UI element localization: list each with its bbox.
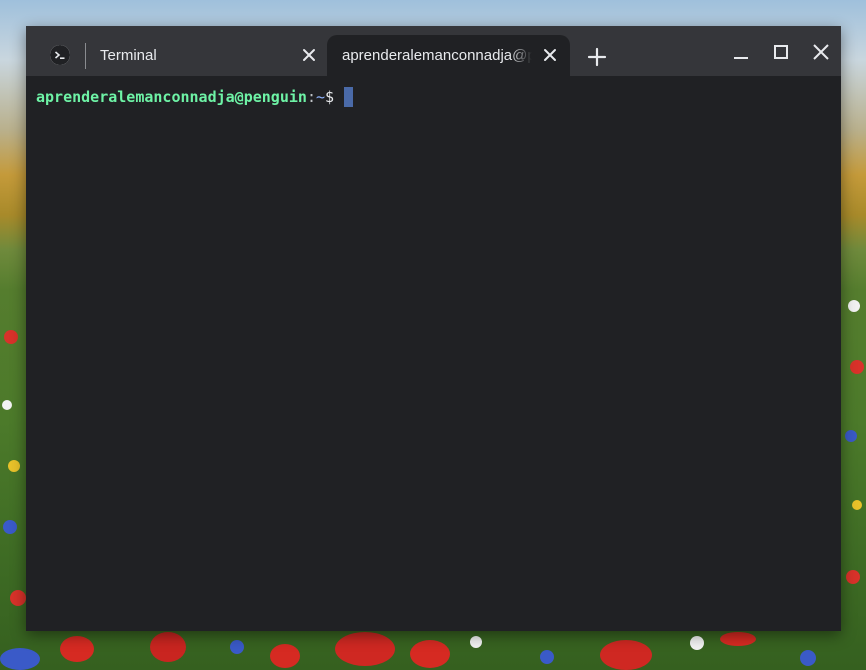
- tab-divider: [85, 43, 86, 69]
- title-bar: Terminal aprenderalemanconnadja@penguin:…: [26, 26, 841, 76]
- maximize-button[interactable]: [770, 41, 792, 63]
- wallpaper-flower: [845, 430, 857, 442]
- wallpaper-flower: [540, 650, 554, 664]
- wallpaper-flower: [410, 640, 450, 668]
- tab-title: Terminal: [100, 47, 157, 64]
- wallpaper-flower: [852, 500, 862, 510]
- terminal-icon: [50, 45, 70, 65]
- wallpaper-flower: [720, 632, 756, 646]
- wallpaper-flower: [10, 590, 26, 606]
- wallpaper-flower: [690, 636, 704, 650]
- wallpaper-flower: [846, 570, 860, 584]
- prompt-separator: :: [306, 88, 316, 106]
- wallpaper-flower: [335, 632, 395, 666]
- wallpaper-flower: [8, 460, 20, 472]
- tab-terminal[interactable]: Terminal: [26, 35, 326, 76]
- wallpaper-flower: [800, 650, 816, 666]
- wallpaper-flower: [848, 300, 860, 312]
- prompt-line: aprenderalemanconnadja@penguin: ~ $: [36, 87, 354, 107]
- text-cursor: [344, 87, 354, 107]
- wallpaper-flower: [230, 640, 244, 654]
- terminal-output[interactable]: aprenderalemanconnadja@penguin: ~ $: [26, 76, 841, 631]
- prompt-path: ~: [315, 88, 325, 106]
- wallpaper-flower: [2, 400, 12, 410]
- minimize-icon: [734, 57, 748, 59]
- terminal-window: Terminal aprenderalemanconnadja@penguin:…: [26, 26, 841, 631]
- maximize-icon: [774, 45, 788, 59]
- close-tab-icon[interactable]: [541, 46, 559, 64]
- minimize-button[interactable]: [730, 41, 752, 63]
- wallpaper-flower: [600, 640, 652, 670]
- tab-terminal-session[interactable]: aprenderalemanconnadja@penguin: ~: [327, 35, 570, 76]
- wallpaper-flower: [3, 520, 17, 534]
- close-tab-icon[interactable]: [300, 46, 318, 64]
- wallpaper-flower: [0, 648, 40, 670]
- tab-title: aprenderalemanconnadja@penguin: ~: [342, 47, 532, 64]
- wallpaper-flower: [850, 360, 864, 374]
- wallpaper-flower: [470, 636, 482, 648]
- plus-icon: [587, 47, 607, 67]
- wallpaper-flower: [4, 330, 18, 344]
- wallpaper-flower: [270, 644, 300, 668]
- close-icon: [813, 44, 829, 60]
- new-tab-button[interactable]: [586, 46, 608, 68]
- prompt-user-host: aprenderalemanconnadja@penguin: [36, 88, 307, 106]
- close-window-button[interactable]: [810, 41, 832, 63]
- prompt-symbol: $: [325, 88, 335, 106]
- wallpaper-flower: [150, 632, 186, 662]
- wallpaper-flower: [60, 636, 94, 662]
